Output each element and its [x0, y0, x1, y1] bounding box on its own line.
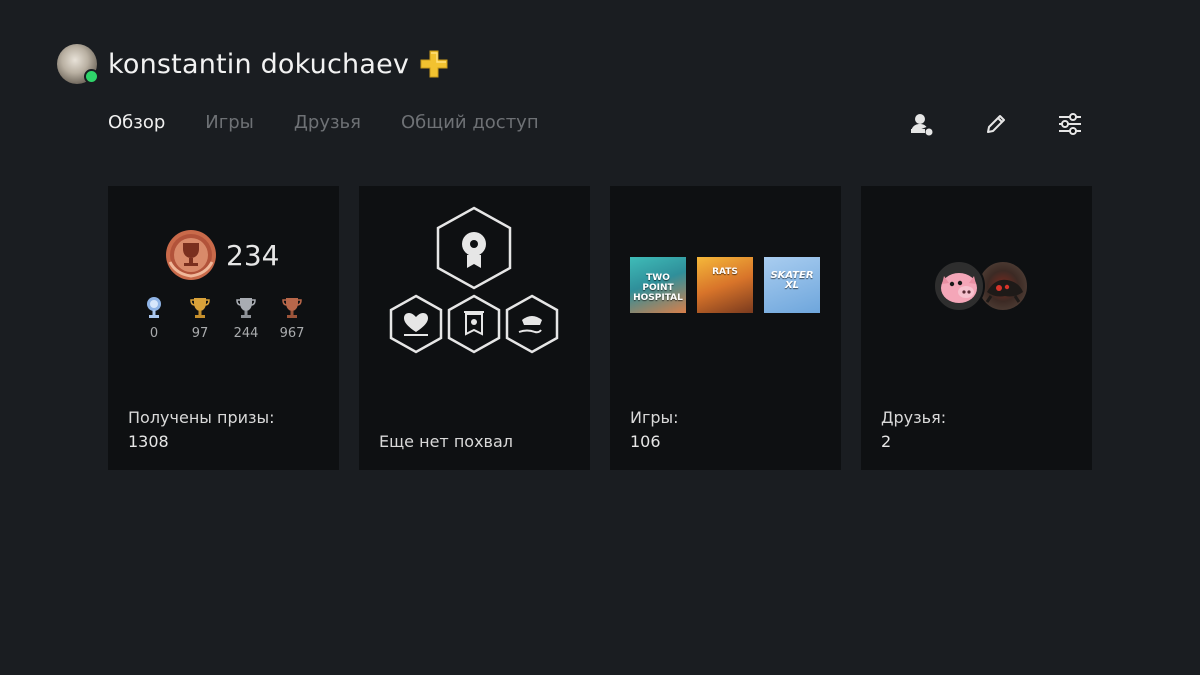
- praise-caption: Еще нет похвал: [379, 406, 513, 454]
- settings-sliders-icon: [1059, 113, 1081, 135]
- games-card[interactable]: TWO POINT HOSPITAL RATS SKATER XL Игры: …: [610, 186, 841, 470]
- award-ribbon-icon: [436, 206, 512, 290]
- profile-settings-button[interactable]: [1056, 110, 1084, 138]
- profile-username: konstantin dokuchaev: [108, 48, 410, 80]
- gold-trophy-icon: [190, 298, 210, 318]
- games-caption: Игры: 106: [630, 406, 679, 454]
- tab-friends[interactable]: Друзья: [294, 112, 361, 133]
- game-thumbnail: RATS: [697, 257, 753, 313]
- platinum-trophy-icon: [147, 297, 161, 318]
- tab-overview[interactable]: Обзор: [108, 112, 165, 133]
- friends-caption-label: Друзья:: [881, 408, 947, 427]
- trophies-caption: Получены призы: 1308: [128, 406, 275, 454]
- friend-avatars: [933, 260, 1029, 312]
- bronze-count: 967: [279, 326, 305, 341]
- games-count: 106: [630, 432, 661, 451]
- silver-count: 244: [233, 326, 259, 341]
- trophy-level-icon: [166, 230, 216, 280]
- recent-games: TWO POINT HOSPITAL RATS SKATER XL: [630, 257, 820, 313]
- ps-plus-icon: [420, 50, 448, 78]
- praise-card[interactable]: Еще нет похвал: [359, 186, 590, 470]
- trophy-level-value: 234: [226, 238, 280, 272]
- heart-hand-icon: [389, 294, 443, 354]
- trophies-caption-label: Получены призы:: [128, 408, 275, 427]
- tab-sharing[interactable]: Общий доступ: [401, 112, 539, 133]
- profile-avatar[interactable]: [57, 44, 99, 84]
- games-caption-label: Игры:: [630, 408, 679, 427]
- edit-pencil-icon: [987, 115, 1005, 133]
- trophy-counts: 0 97 244 967: [128, 296, 318, 341]
- game-thumbnail-label: TWO POINT HOSPITAL: [633, 273, 683, 303]
- overview-cards: 234 0 97 244 967 Получены призы: 1308 Ещ…: [108, 186, 1092, 470]
- edit-profile-button[interactable]: [982, 110, 1010, 138]
- game-thumbnail-label: SKATER XL: [770, 270, 814, 291]
- profile-header: konstantin dokuchaev: [57, 44, 449, 84]
- platinum-count: 0: [149, 326, 159, 341]
- trophy-bronze: 967: [272, 296, 312, 341]
- profile-actions: [908, 110, 1084, 138]
- pig-avatar-icon: [941, 273, 977, 303]
- friends-count: 2: [881, 432, 892, 451]
- online-status-indicator: [84, 69, 99, 84]
- friends-card[interactable]: Друзья: 2: [861, 186, 1092, 470]
- trophy-gold: 97: [180, 296, 220, 341]
- trophy-platinum: 0: [134, 296, 174, 341]
- game-thumbnail: SKATER XL: [764, 257, 820, 313]
- bronze-trophy-icon: [282, 298, 302, 318]
- game-thumbnail-label: RATS: [712, 267, 738, 277]
- friend-avatar: [933, 260, 985, 312]
- game-thumbnail: TWO POINT HOSPITAL: [630, 257, 686, 313]
- trophy-level: 234: [162, 228, 279, 282]
- creature-avatar-icon: [985, 279, 1023, 303]
- tab-games[interactable]: Игры: [205, 112, 254, 133]
- hat-tip-icon: [505, 294, 559, 354]
- friend-request-icon: [911, 114, 933, 136]
- banner-icon: [447, 294, 501, 354]
- trophies-card[interactable]: 234 0 97 244 967 Получены призы: 1308: [108, 186, 339, 470]
- gold-count: 97: [191, 326, 209, 341]
- silver-trophy-icon: [236, 298, 256, 318]
- trophies-total: 1308: [128, 432, 169, 451]
- friend-request-button[interactable]: [908, 110, 936, 138]
- profile-tabs: Обзор Игры Друзья Общий доступ: [108, 112, 539, 133]
- friends-caption: Друзья: 2: [881, 406, 946, 454]
- praise-caption-label: Еще нет похвал: [379, 432, 513, 451]
- praise-badges-illustration: [389, 206, 559, 354]
- trophy-silver: 244: [226, 296, 266, 341]
